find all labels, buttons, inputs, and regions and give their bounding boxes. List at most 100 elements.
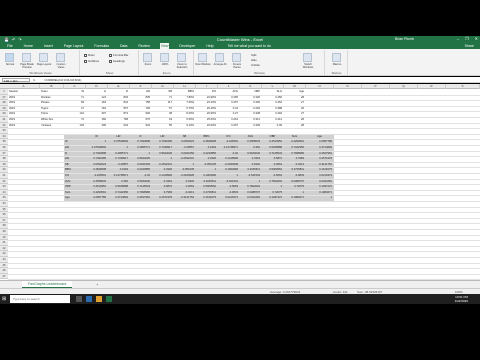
zoom-label: Zoom bbox=[144, 63, 152, 66]
save-icon[interactable]: 💾 bbox=[4, 37, 9, 42]
letterbox-top bbox=[0, 0, 480, 36]
macros-icon[interactable] bbox=[332, 53, 341, 62]
tell-me-search[interactable]: Tell me what you want to do bbox=[228, 44, 271, 48]
zoom-100-icon[interactable] bbox=[160, 53, 169, 62]
group-label: Workbook Views bbox=[29, 71, 52, 75]
quick-access-toolbar: 💾 ↶ ↷ bbox=[4, 37, 22, 42]
page-break-icon[interactable] bbox=[22, 53, 31, 62]
taskbar-search[interactable]: Type here to search bbox=[10, 295, 70, 303]
column-header-Q[interactable]: Q bbox=[390, 84, 418, 89]
ribbon: Normal Page Break Preview Page Layout Cu… bbox=[0, 49, 480, 76]
data-cell[interactable]: 306 bbox=[86, 123, 107, 129]
title-bar: 💾 ↶ ↷ CountMaster Wins - Excel Brian Plu… bbox=[0, 36, 480, 43]
data-cell[interactable]: 2019 bbox=[8, 123, 39, 129]
column-header-N[interactable]: N bbox=[306, 84, 334, 89]
unhide-button[interactable]: Unhide bbox=[251, 63, 260, 67]
sheet-tab[interactable]: FanGraphs Leaderboard bbox=[22, 281, 73, 288]
corr-cell[interactable]: 0.2571978 bbox=[152, 195, 173, 201]
switch-windows-icon[interactable] bbox=[303, 53, 312, 62]
clock[interactable]: 10:51 PM 1/22/2020 bbox=[455, 295, 468, 303]
view-page-layout-label: Page Layout bbox=[36, 63, 52, 66]
column-header-S[interactable]: S bbox=[446, 84, 480, 89]
data-cell[interactable]: Yankees bbox=[40, 123, 63, 129]
headings-checkbox[interactable]: Headings bbox=[109, 59, 125, 63]
data-cell[interactable]: 0.49 bbox=[262, 123, 283, 129]
zoom-selection-icon[interactable] bbox=[177, 53, 186, 62]
data-cell[interactable]: 28 bbox=[284, 123, 305, 129]
column-header-R[interactable]: R bbox=[418, 84, 446, 89]
screen: 💾 ↶ ↷ CountMaster Wins - Excel Brian Plu… bbox=[0, 0, 480, 360]
corr-row-label[interactable]: Age bbox=[64, 195, 85, 201]
new-window-label: New Window bbox=[195, 63, 211, 66]
corr-cell[interactable]: 0.1397447 bbox=[262, 195, 283, 201]
group-window: New Window Arrange All Freeze Panes Spli… bbox=[195, 50, 325, 75]
corr-cell[interactable]: 0.0434452 bbox=[240, 195, 261, 201]
hide-button[interactable]: Hide bbox=[251, 58, 257, 62]
view-page-break-label: Page Break Preview bbox=[20, 63, 34, 69]
macros-label: Macros bbox=[332, 63, 342, 66]
user-name[interactable]: Brian Plumb bbox=[395, 37, 414, 41]
letterbox-bottom bbox=[0, 304, 480, 322]
corr-cell[interactable]: 0.2527981 bbox=[130, 195, 151, 201]
minimize-icon[interactable]: – bbox=[457, 36, 459, 41]
folder-icon[interactable] bbox=[96, 296, 102, 302]
zoom-icon[interactable] bbox=[143, 53, 152, 62]
data-cell[interactable]: 103 bbox=[64, 123, 85, 129]
redo-icon[interactable]: ↷ bbox=[18, 37, 21, 42]
sheet-tab-bar: FanGraphs Leaderboard + bbox=[0, 280, 480, 288]
data-cell[interactable]: 934 bbox=[130, 123, 151, 129]
split-button[interactable]: Split bbox=[251, 53, 256, 57]
share-button[interactable]: Share bbox=[465, 44, 474, 48]
arrange-all-icon[interactable] bbox=[215, 53, 224, 62]
formula-bar: 11R x 11C fx =CORREL(C2:C31,D2:D31) bbox=[0, 77, 480, 83]
corr-cell[interactable]: 0.3714892 bbox=[108, 195, 129, 201]
data-cell[interactable]: 22.00% bbox=[196, 123, 217, 129]
freeze-panes-label: Freeze Panes bbox=[232, 63, 242, 69]
corr-cell[interactable]: -0.3141752 bbox=[174, 195, 195, 201]
ruler-checkbox[interactable]: Ruler bbox=[84, 53, 95, 57]
window-controls: – ❐ ✕ bbox=[457, 36, 478, 41]
corr-cell[interactable]: 0.1984671 bbox=[284, 195, 305, 201]
normal-view-icon[interactable] bbox=[5, 53, 14, 62]
excel-icon[interactable] bbox=[106, 296, 112, 302]
corr-cell[interactable]: 0.1618175 bbox=[196, 195, 217, 201]
freeze-panes-icon[interactable] bbox=[232, 53, 241, 62]
task-view-icon[interactable] bbox=[76, 296, 82, 302]
data-cell[interactable]: 55 bbox=[152, 123, 173, 129]
corr-cell[interactable]: 1 bbox=[306, 195, 333, 201]
view-custom-label: Custom Views bbox=[56, 63, 66, 69]
data-cell[interactable]: 9.10% bbox=[174, 123, 195, 129]
formula-input[interactable]: =CORREL(C2:C31,D2:D31) bbox=[44, 78, 81, 82]
data-cell[interactable]: 943 bbox=[108, 123, 129, 129]
data-cell[interactable]: 0.267 bbox=[218, 123, 239, 129]
group-show: Ruler Gridlines Formula Bar Headings Sho… bbox=[81, 50, 139, 75]
custom-views-icon[interactable] bbox=[56, 53, 65, 62]
formula-bar-checkbox[interactable]: Formula Bar bbox=[109, 53, 128, 57]
window-title: CountMaster Wins - Excel bbox=[216, 37, 264, 42]
group-workbook-views: Normal Page Break Preview Page Layout Cu… bbox=[2, 50, 80, 75]
group-macros: Macros Macros bbox=[326, 50, 348, 75]
browser-icon[interactable] bbox=[86, 296, 92, 302]
data-cell[interactable]: 0.339 bbox=[240, 123, 261, 129]
close-icon[interactable]: ✕ bbox=[475, 36, 478, 41]
name-box[interactable]: 11R x 11C bbox=[2, 78, 30, 83]
add-sheet-icon[interactable]: + bbox=[96, 282, 98, 287]
column-header-P[interactable]: P bbox=[362, 84, 390, 89]
group-zoom: Zoom 100% Zoom to Selection Zoom bbox=[140, 50, 194, 75]
undo-icon[interactable]: ↶ bbox=[12, 37, 15, 42]
group-label: Macros bbox=[331, 71, 342, 75]
row-header[interactable]: 47 bbox=[0, 273, 8, 280]
worksheet-grid[interactable]: ABCDEFGHIJKLMNOPQRS 1 Season Team W H R HR SB BB… bbox=[0, 84, 480, 280]
restore-icon[interactable]: ❐ bbox=[465, 36, 469, 41]
new-window-icon[interactable] bbox=[198, 53, 207, 62]
fx-icon[interactable]: fx bbox=[33, 78, 35, 82]
gridlines-checkbox[interactable]: Gridlines bbox=[84, 59, 99, 63]
group-label: Window bbox=[254, 71, 265, 75]
column-header-O[interactable]: O bbox=[334, 84, 362, 89]
corr-cell[interactable]: 0.2957786 bbox=[86, 195, 107, 201]
corr-cell[interactable]: 0.0216374 bbox=[218, 195, 239, 201]
zoom-selection-label: Zoom to Selection bbox=[176, 63, 188, 69]
switch-windows-label: Switch Windows bbox=[302, 63, 314, 69]
page-layout-icon[interactable] bbox=[39, 53, 48, 62]
windows-start-icon[interactable]: ⊞ bbox=[2, 296, 8, 302]
